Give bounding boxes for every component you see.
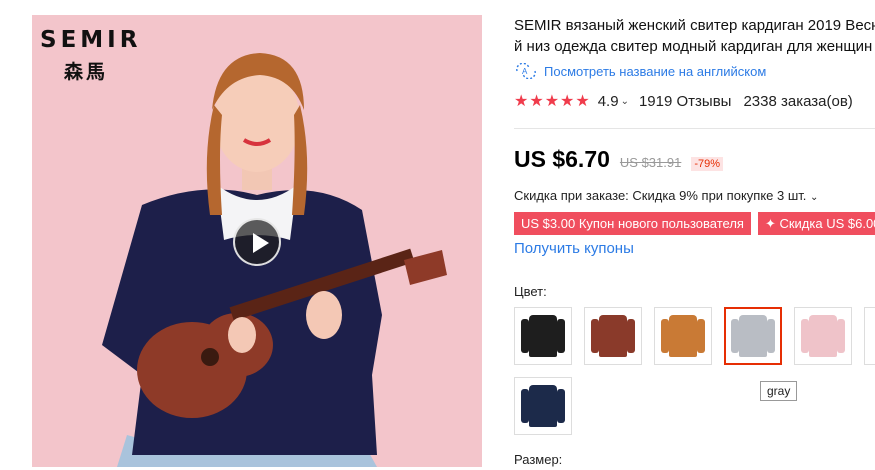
color-swatch-orange[interactable] bbox=[654, 307, 712, 365]
current-price: US $6.70 bbox=[514, 146, 610, 172]
translate-link-label[interactable]: Посмотреть название на английском bbox=[544, 64, 766, 79]
color-swatch-more[interactable] bbox=[864, 307, 875, 365]
svg-text:A: A bbox=[522, 67, 528, 76]
price-row: US $6.70 US $31.91 -79% bbox=[514, 146, 724, 173]
divider bbox=[514, 128, 875, 129]
color-tooltip: gray bbox=[760, 381, 798, 401]
color-swatch-black[interactable] bbox=[514, 307, 572, 365]
discount-badge: -79% bbox=[691, 157, 724, 171]
brand-name-en: SEMIR bbox=[40, 27, 142, 53]
color-swatch-gray[interactable] bbox=[724, 307, 782, 365]
translate-icon: A bbox=[516, 63, 536, 79]
product-title-line-2: й низ одежда свитер модный кардиган для … bbox=[514, 38, 873, 55]
brand-logo: SEMIR 森馬 bbox=[40, 27, 142, 84]
cardigan-thumbnail bbox=[661, 315, 705, 357]
order-discount-label: Скидка при заказе: Скидка 9% при покупке… bbox=[514, 188, 807, 203]
brand-name-cn: 森馬 bbox=[63, 62, 108, 83]
coupon-list: US $3.00 Купон нового пользователя ✦ Ски… bbox=[514, 212, 875, 235]
chevron-down-icon[interactable]: ⌄ bbox=[621, 96, 629, 107]
orders-count: 2338 заказа(ов) bbox=[743, 92, 853, 110]
color-label: Цвет: bbox=[514, 284, 547, 299]
product-title-line-1: SEMIR вязаный женский свитер кардиган 20… bbox=[514, 17, 875, 34]
translate-title-link[interactable]: A Посмотреть название на английском bbox=[514, 63, 766, 79]
color-swatch-navy[interactable] bbox=[514, 377, 572, 435]
order-discount[interactable]: Скидка при заказе: Скидка 9% при покупке… bbox=[514, 188, 818, 203]
color-swatch-pink[interactable] bbox=[794, 307, 852, 365]
coupon-new-user[interactable]: US $3.00 Купон нового пользователя bbox=[514, 212, 751, 235]
coupon-store-discount[interactable]: ✦ Скидка US $6.00 за bbox=[757, 212, 875, 235]
color-swatch-brown[interactable] bbox=[584, 307, 642, 365]
chevron-down-icon: ⌄ bbox=[810, 192, 819, 203]
product-title: SEMIR вязаный женский свитер кардиган 20… bbox=[514, 15, 875, 57]
cardigan-thumbnail bbox=[801, 315, 845, 357]
cardigan-thumbnail bbox=[591, 315, 635, 357]
reviews-count[interactable]: 1919 Отзывы bbox=[639, 93, 731, 110]
size-label: Размер: bbox=[514, 452, 563, 467]
play-video-icon[interactable] bbox=[233, 218, 281, 266]
rating-value[interactable]: 4.9 bbox=[598, 93, 619, 110]
get-coupons-link[interactable]: Получить купоны bbox=[514, 240, 634, 257]
cardigan-thumbnail bbox=[521, 315, 565, 357]
original-price: US $31.91 bbox=[619, 155, 682, 170]
cardigan-thumbnail bbox=[521, 385, 565, 427]
cardigan-thumbnail bbox=[731, 315, 775, 357]
product-main-image[interactable]: SEMIR 森馬 bbox=[32, 15, 482, 467]
rating-stars-icon: ★★★★★ bbox=[514, 93, 591, 110]
rating-row: ★★★★★ 4.9 ⌄ 1919 Отзывы 2338 заказа(ов) bbox=[514, 91, 853, 111]
